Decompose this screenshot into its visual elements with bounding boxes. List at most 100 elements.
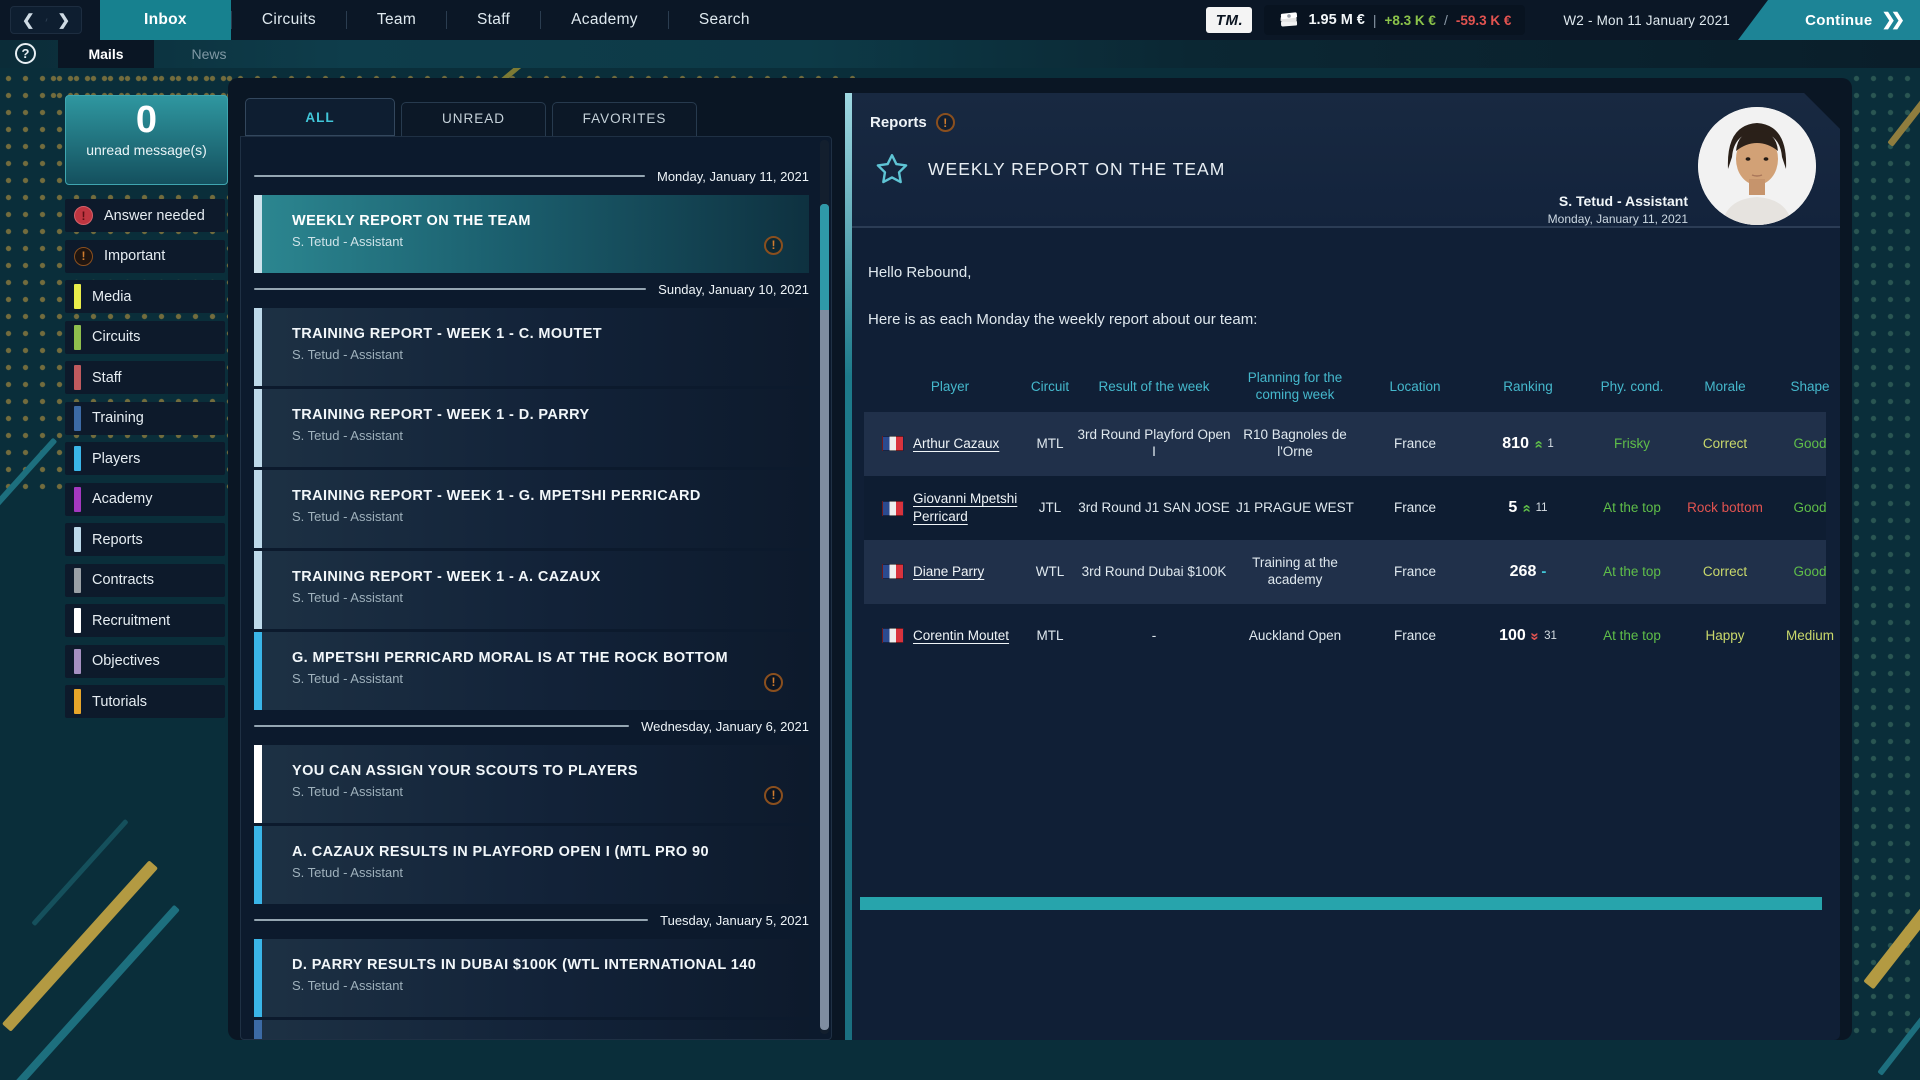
france-flag-icon xyxy=(882,564,904,579)
help-icon[interactable]: ? xyxy=(15,43,36,64)
category-label: Training xyxy=(92,410,144,426)
important-icon xyxy=(936,113,955,132)
divider xyxy=(254,288,646,290)
col-circuit: Circuit xyxy=(1024,379,1076,396)
category-label: Circuits xyxy=(92,329,140,345)
finance-summary[interactable]: 1.95 M € | +8.3 K € / -59.3 K € xyxy=(1264,5,1525,35)
cell-circuit: JTL xyxy=(1024,500,1076,517)
mail-title: TRAINING REPORT - WEEK 1 - D. PARRY xyxy=(292,407,809,423)
col-player: Player xyxy=(876,379,1024,396)
continue-button[interactable]: Continue ❯❯ xyxy=(1738,0,1920,40)
money-icon xyxy=(1278,11,1300,29)
tab-news[interactable]: News xyxy=(154,40,264,68)
rank-down-icon: » xyxy=(1527,632,1542,640)
mail-item[interactable]: TRAINING REPORT - WEEK 1 - A. CAZAUX S. … xyxy=(254,551,809,629)
decor-stripe xyxy=(2,860,158,1032)
sidebar-item-tutorials[interactable]: Tutorials xyxy=(65,685,225,718)
report-title: WEEKLY REPORT ON THE TEAM xyxy=(928,159,1225,180)
category-label: Players xyxy=(92,451,140,467)
mail-item[interactable]: D. PARRY RESULTS IN DUBAI $100K (WTL INT… xyxy=(254,939,809,1017)
mail-sender: S. Tetud - Assistant xyxy=(292,865,809,880)
report-panel-accent-bar xyxy=(845,93,852,1040)
tab-favorites[interactable]: FAVORITES xyxy=(552,102,697,136)
tab-circuits[interactable]: Circuits xyxy=(232,0,346,40)
back-arrow-button[interactable]: ❮ xyxy=(11,7,46,33)
player-link[interactable]: Corentin Moutet xyxy=(913,627,1009,645)
mail-item[interactable]: TRAINING REPORT - WEEK 1 - D. PARRY S. T… xyxy=(254,389,809,467)
tab-team[interactable]: Team xyxy=(347,0,446,40)
category-label: Important xyxy=(104,248,165,264)
cell-phy-cond: At the top xyxy=(1584,500,1680,517)
separator-date: Tuesday, January 5, 2021 xyxy=(660,913,809,928)
sidebar-item-reports[interactable]: Reports xyxy=(65,523,225,556)
sidebar-item-important[interactable]: Important xyxy=(65,240,225,273)
report-sender: S. Tetud - Assistant xyxy=(1548,193,1688,209)
scrollbar-thumb[interactable] xyxy=(820,204,829,1030)
cell-result: - xyxy=(1076,628,1232,645)
col-morale: Morale xyxy=(1680,379,1770,396)
forward-arrow-button[interactable]: ❯ xyxy=(47,7,82,33)
mail-item[interactable]: A. CAZAUX RESULTS IN PLAYFORD OPEN I (MT… xyxy=(254,826,809,904)
report-panel: Reports WEEKLY REPORT ON THE TEAM S. Tet… xyxy=(852,93,1840,1040)
cell-morale: Happy xyxy=(1680,628,1770,645)
category-color-bar xyxy=(74,568,81,593)
sidebar-item-circuits[interactable]: Circuits xyxy=(65,321,225,354)
tab-search[interactable]: Search xyxy=(669,0,780,40)
mail-item-partial[interactable] xyxy=(254,1020,809,1040)
report-greeting: Hello Rebound, xyxy=(868,264,1826,281)
sidebar-item-media[interactable]: Media xyxy=(65,280,225,313)
mail-item[interactable]: G. MPETSHI PERRICARD MORAL IS AT THE ROC… xyxy=(254,632,809,710)
tab-inbox[interactable]: Inbox xyxy=(100,0,231,40)
important-icon xyxy=(764,673,783,692)
sidebar-item-objectives[interactable]: Objectives xyxy=(65,645,225,678)
important-icon xyxy=(764,786,783,805)
category-color-bar xyxy=(254,939,262,1017)
table-row: Corentin Moutet MTL - Auckland Open Fran… xyxy=(864,604,1826,668)
mail-item[interactable]: TRAINING REPORT - WEEK 1 - G. MPETSHI PE… xyxy=(254,470,809,548)
col-planning: Planning for the coming week xyxy=(1232,370,1358,404)
tab-unread[interactable]: UNREAD xyxy=(401,102,546,136)
teal-dots-right-block xyxy=(1848,70,1920,1040)
player-link[interactable]: Arthur Cazaux xyxy=(913,435,999,453)
col-result: Result of the week xyxy=(1076,379,1232,396)
rank-steady-icon: - xyxy=(1541,563,1546,582)
sub-nav: ? Mails News xyxy=(0,40,1920,68)
sidebar-item-answer-needed[interactable]: Answer needed xyxy=(65,199,225,232)
mail-item[interactable]: YOU CAN ASSIGN YOUR SCOUTS TO PLAYERS S.… xyxy=(254,745,809,823)
tab-staff[interactable]: Staff xyxy=(447,0,540,40)
date-separator: Wednesday, January 6, 2021 xyxy=(254,713,809,739)
mail-item[interactable]: WEEKLY REPORT ON THE TEAM S. Tetud - Ass… xyxy=(254,195,809,273)
category-color-bar xyxy=(254,389,262,467)
sidebar-item-players[interactable]: Players xyxy=(65,442,225,475)
main-nav: Inbox Circuits Team Staff Academy Search xyxy=(100,0,780,40)
category-color-bar xyxy=(254,195,262,273)
sidebar-item-staff[interactable]: Staff xyxy=(65,361,225,394)
favorite-star-icon[interactable] xyxy=(874,151,910,187)
category-color-bar xyxy=(254,551,262,629)
category-color-bar xyxy=(74,325,81,350)
mail-sender: S. Tetud - Assistant xyxy=(292,428,809,443)
player-link[interactable]: Giovanni Mpetshi Perricard xyxy=(913,490,1024,525)
tab-all[interactable]: ALL xyxy=(245,98,395,136)
balance-value: 1.95 M € xyxy=(1308,12,1364,28)
sidebar-item-training[interactable]: Training xyxy=(65,402,225,435)
col-phy-cond: Phy. cond. xyxy=(1584,379,1680,396)
sidebar-item-academy[interactable]: Academy xyxy=(65,483,225,516)
cell-ranking: 268 - xyxy=(1472,562,1584,582)
category-color-bar xyxy=(254,826,262,904)
cell-morale: Correct xyxy=(1680,564,1770,581)
player-link[interactable]: Diane Parry xyxy=(913,563,984,581)
report-header: Reports WEEKLY REPORT ON THE TEAM S. Tet… xyxy=(852,93,1840,228)
cell-shape: Good xyxy=(1770,436,1850,453)
divider xyxy=(254,919,648,921)
top-status-cluster: TM. 1.95 M € | +8.3 K € / -59.3 K € W2 -… xyxy=(1206,5,1730,35)
mail-item[interactable]: TRAINING REPORT - WEEK 1 - C. MOUTET S. … xyxy=(254,308,809,386)
cell-location: France xyxy=(1358,628,1472,645)
mail-list-scrollbar xyxy=(820,140,829,1034)
tab-mails[interactable]: Mails xyxy=(58,40,154,68)
category-color-bar xyxy=(74,446,81,471)
sidebar-item-contracts[interactable]: Contracts xyxy=(65,564,225,597)
tab-academy[interactable]: Academy xyxy=(541,0,668,40)
mail-list: Monday, January 11, 2021 WEEKLY REPORT O… xyxy=(240,136,832,1040)
sidebar-item-recruitment[interactable]: Recruitment xyxy=(65,604,225,637)
